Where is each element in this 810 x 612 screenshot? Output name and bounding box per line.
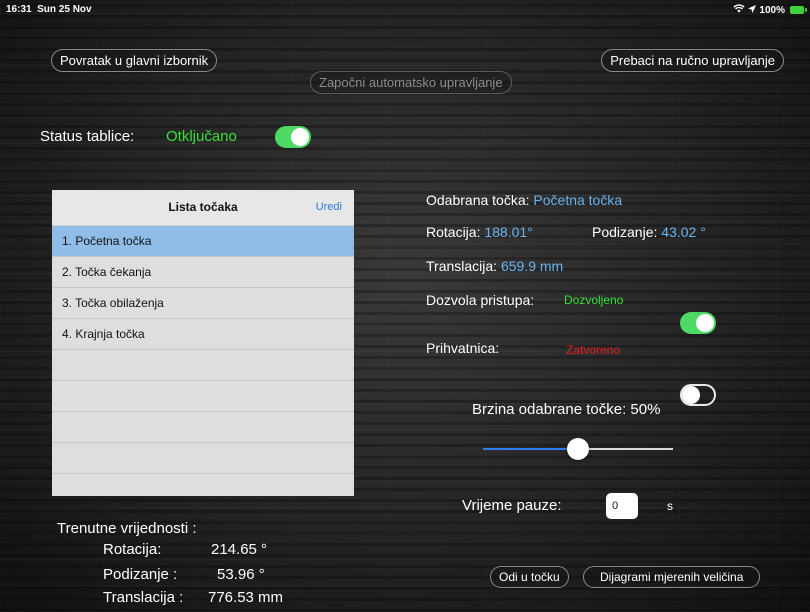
gripper-label: Prihvatnica: [426,340,500,356]
selected-lift-label: Podizanje: [592,224,658,240]
go-to-point-button[interactable]: Odi u točku [490,566,569,588]
plate-status-label: Status tablice: [40,128,135,145]
status-indicators: 100% [733,4,807,16]
toggle-knob [291,128,309,146]
access-value: Dozvoljeno [564,293,624,307]
current-translation-label: Translacija : [103,589,184,606]
selected-point-value: Početna točka [533,192,623,208]
gripper-value: Zatvoreno [566,343,621,357]
empty-list-row [52,412,354,443]
access-toggle[interactable] [680,312,716,334]
pause-input[interactable]: 0 [606,493,638,519]
plate-status-toggle[interactable] [275,126,311,148]
current-rotation-label: Rotacija: [103,541,162,558]
speed-slider-thumb[interactable] [567,438,589,460]
points-list-header: Lista točaka Uredi [52,190,354,226]
list-item[interactable]: 2. Točka čekanja [52,257,354,288]
current-values-title: Trenutne vrijednosti : [57,520,197,537]
switch-to-manual-button[interactable]: Prebaci na ručno upravljanje [601,49,784,72]
selected-point: Odabrana točka: Početna točka [426,192,622,208]
selected-translation-value: 659.9 mm [500,258,564,274]
selected-rotation: Rotacija: 188.01° [426,224,533,240]
battery-percent: 100% [759,4,785,16]
pause-unit: s [667,499,673,513]
location-arrow-icon [748,4,757,16]
speed-slider-fill [483,448,578,450]
measured-quantities-diagrams-button[interactable]: Dijagrami mjerenih veličina [583,566,761,588]
status-time: 16:31 Sun 25 Nov [6,4,92,15]
start-automatic-control-button[interactable]: Započni automatsko upravljanje [310,71,512,94]
list-item[interactable]: 1. Početna točka [52,226,354,257]
status-clock: 16:31 [6,4,32,15]
current-lift-label: Podizanje : [103,566,178,583]
selected-lift-value: 43.02 ° [661,224,706,240]
selected-translation: Translacija: 659.9 mm [426,258,563,274]
selected-rotation-label: Rotacija: [426,224,481,240]
selected-point-label: Odabrana točka: [426,192,530,208]
back-to-main-menu-button[interactable]: Povratak u glavni izbornik [51,49,218,72]
toggle-knob [682,386,700,404]
empty-list-row [52,381,354,412]
battery-icon [790,6,807,14]
points-list-table: Lista točaka Uredi 1. Početna točka 2. T… [52,190,354,496]
selected-translation-label: Translacija: [426,258,498,274]
pause-label: Vrijeme pauze: [462,497,562,514]
list-item[interactable]: 3. Točka obilaženja [52,288,354,319]
empty-list-row [52,443,354,474]
list-item[interactable]: 4. Krajnja točka [52,319,354,350]
wifi-icon [733,4,746,16]
edit-list-button[interactable]: Uredi [316,201,342,213]
status-date: Sun 25 Nov [37,4,92,15]
speed-label: Brzina odabrane točke: 50% [472,401,661,418]
empty-list-row [52,350,354,381]
current-translation-value: 776.53 mm [208,589,284,606]
selected-rotation-value: 188.01° [484,224,533,240]
selected-lift: Podizanje: 43.02 ° [592,224,706,240]
access-label: Dozvola pristupa: [426,292,535,308]
current-lift-value: 53.96 ° [217,566,265,583]
current-rotation-value: 214.65 ° [211,541,268,558]
status-bar: 16:31 Sun 25 Nov 100% [0,0,810,20]
plate-status-value: Otključano [166,128,237,145]
points-list-title: Lista točaka [168,200,238,214]
toggle-knob [696,314,714,332]
gripper-toggle[interactable] [680,384,716,406]
speed-slider[interactable] [483,438,673,460]
